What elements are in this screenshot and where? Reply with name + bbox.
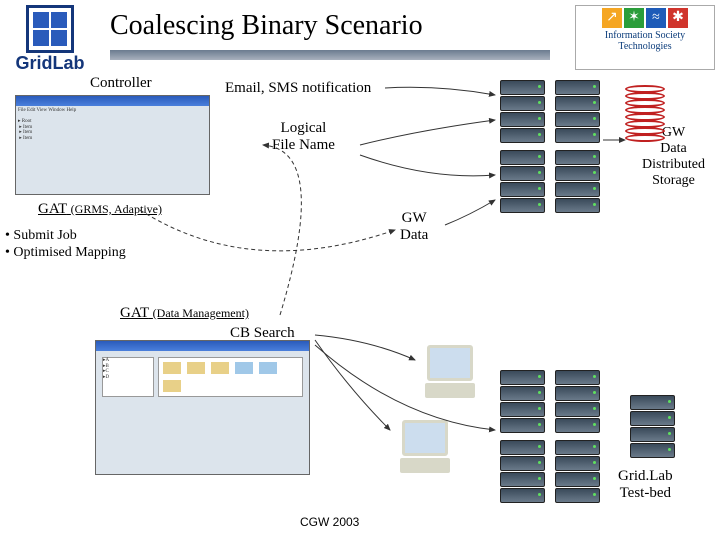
workflow-screenshot: ▸A▸B▸C▸D [95,340,310,475]
gat-dm-label: GAT (Data Management) [120,305,249,322]
server-stack [555,150,600,210]
gridlab-logo: GridLab [5,5,95,75]
title-underline [110,50,550,60]
server-stack [500,440,545,500]
controller-label: Controller [90,75,152,92]
footer: CGW 2003 [300,515,359,529]
spring-icon [625,85,665,155]
ist-line1: Information Society [576,30,714,41]
server-stack [500,80,545,140]
desktop-icon [395,420,455,475]
gat-grms-label: GAT (GRMS, Adaptive) [38,201,162,218]
optimised-label: • Optimised Mapping [5,245,126,261]
controller-screenshot: File Edit View Window Help▸ Root ▸ Item … [15,95,210,195]
server-stack [555,80,600,140]
server-stack [555,440,600,500]
server-stack [500,370,545,430]
server-stack [500,150,545,210]
ist-logo: ↗✶ ≈✱ Information Society Technologies [575,5,715,70]
testbed-label: Grid.Lab Test-bed [618,468,673,502]
desktop-icon [420,345,480,400]
logical-file-label: Logical File Name [272,120,335,154]
server-stack [630,395,675,455]
server-stack [555,370,600,430]
submit-job-label: • Submit Job [5,228,77,244]
email-sms-label: Email, SMS notification [225,80,371,97]
ist-line2: Technologies [576,41,714,52]
gridlab-text: GridLab [5,53,95,74]
gw-data-label: GW Data [400,210,428,244]
slide-title: Coalescing Binary Scenario [110,10,423,42]
